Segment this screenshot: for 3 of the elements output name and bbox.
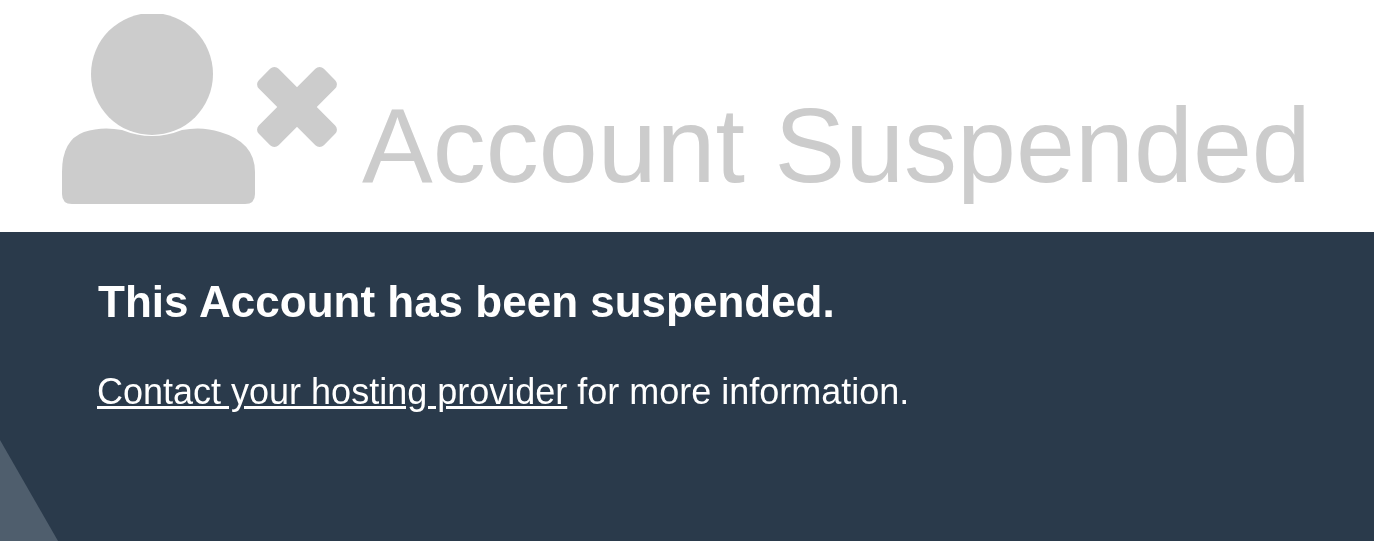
suspended-heading: This Account has been suspended. xyxy=(98,278,836,327)
contact-link[interactable]: Contact your hosting provider xyxy=(97,371,568,413)
info-sentence: Contact your hosting provider for more information. xyxy=(97,370,911,414)
